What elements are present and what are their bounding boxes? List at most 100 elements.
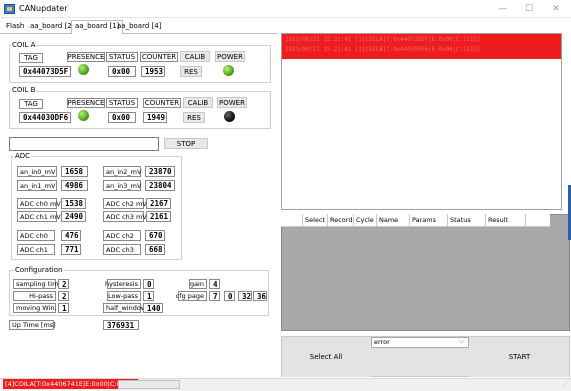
uptime-value: 376931	[103, 320, 139, 330]
cfg-value-1[interactable]: 0	[224, 291, 235, 301]
tab-flash[interactable]: Flash	[3, 21, 27, 33]
adc-title: ADC	[14, 152, 32, 160]
test-grid[interactable]	[281, 214, 570, 331]
log-panel[interactable]	[281, 33, 562, 210]
tab-aa-board-2[interactable]: aa_board [2]	[27, 21, 77, 33]
adc-ch3mv-value: 2161	[146, 211, 171, 222]
coil-a-calib-button[interactable]: CALIB	[180, 51, 210, 62]
app-icon	[4, 4, 15, 14]
adc-ch1-label: ADC ch1	[17, 244, 55, 255]
command-input[interactable]	[9, 137, 159, 151]
cfg-value-3[interactable]: 36	[253, 291, 267, 301]
col-record[interactable]: Record	[328, 214, 354, 227]
col-status[interactable]: Status	[448, 214, 486, 227]
an-in2-label: an_in2_mV	[103, 166, 141, 177]
col-params[interactable]: Params	[410, 214, 448, 227]
sampling-time-label: sampling time	[13, 279, 62, 289]
half-window-value[interactable]: 140	[143, 303, 163, 313]
sampling-time-value[interactable]: 2	[58, 279, 69, 289]
coil-a-res-button[interactable]: RES	[180, 66, 202, 77]
coil-a-status-label: STATUS	[106, 52, 138, 62]
adc-ch0-label: ADC ch0	[17, 230, 55, 241]
title-bar	[0, 0, 571, 18]
grid-row-header	[281, 214, 303, 227]
an-in0-label: an_in0_mV	[17, 166, 57, 177]
start-button[interactable]: START	[470, 337, 569, 377]
coil-a-counter-value: 1953	[141, 66, 165, 77]
resize-grip-icon[interactable]: ⋰	[561, 381, 568, 389]
hysteresis-value[interactable]: 0	[143, 279, 154, 289]
log-line: 2023/06/21 15:21:41 [1]COILB[T:0x44030DF…	[285, 47, 481, 53]
moving-win-label: moving Win.	[13, 303, 57, 313]
low-pass-value[interactable]: 1	[143, 291, 154, 301]
stop-button[interactable]: STOP	[164, 138, 208, 149]
coil-a-power-button[interactable]: POWER	[215, 51, 245, 62]
coil-b-counter-label: COUNTER	[143, 98, 181, 108]
coil-b-status-value: 0x00	[108, 112, 136, 123]
coil-a-tag-label: TAG	[19, 53, 43, 63]
gain-label: gain	[189, 279, 207, 289]
coil-a-presence-label: PRESENCE	[67, 52, 105, 62]
coil-a-presence-led	[78, 64, 89, 75]
adc-ch2-value: 670	[145, 230, 165, 241]
an-in1-value: 4986	[61, 180, 88, 191]
adc-ch3mv-label: ADC ch3 mV	[103, 211, 147, 222]
coil-a-power-led	[223, 65, 234, 76]
col-select[interactable]: Select	[303, 214, 328, 227]
coil-b-res-button[interactable]: RES	[183, 112, 205, 123]
low-pass-label: Low-pass	[107, 291, 141, 301]
adc-ch2-label: ADC ch2	[103, 230, 141, 241]
maximize-button[interactable]: ☐	[516, 2, 542, 16]
moving-win-value[interactable]: 1	[58, 303, 69, 313]
gain-value[interactable]: 4	[209, 279, 220, 289]
coil-a-tag-value: 0x44073D5F	[19, 66, 71, 77]
coil-b-presence-led	[78, 110, 89, 121]
coil-b-power-button[interactable]: POWER	[217, 97, 247, 108]
coil-b-presence-label: PRESENCE	[67, 98, 105, 108]
coil-a-title: COIL A	[11, 41, 37, 49]
minimize-button[interactable]: —	[490, 2, 516, 16]
cfg-page-label: cfg page	[176, 291, 207, 301]
coil-b-title: COIL B	[11, 86, 37, 94]
coil-a-status-value: 0x00	[108, 66, 136, 77]
coil-a-counter-label: COUNTER	[140, 52, 178, 62]
an-in2-value: 23870	[145, 166, 175, 177]
cfg-value-2[interactable]: 32	[238, 291, 252, 301]
adc-ch2mv-label: ADC ch2 mV	[103, 198, 147, 209]
adc-ch1mv-label: ADC ch1 mV	[17, 211, 61, 222]
hi-pass-label: Hi-pass	[13, 291, 56, 301]
filter-select-value: error	[374, 338, 390, 346]
adc-ch0-value: 476	[61, 230, 81, 241]
adc-ch0mv-value: 1538	[61, 198, 86, 209]
hysteresis-label: hysteresis	[105, 279, 141, 289]
coil-b-tag-label: TAG	[19, 99, 43, 109]
adc-ch0mv-label: ADC ch0 mV	[17, 198, 61, 209]
coil-b-tag-value: 0x44030DF6	[19, 112, 71, 123]
select-all-button[interactable]: Select All	[282, 337, 370, 377]
cfg-page-value[interactable]: 7	[209, 291, 220, 301]
col-name[interactable]: Name	[377, 214, 410, 227]
coil-b-power-led	[224, 111, 235, 122]
tab-aa-board-4[interactable]: aa_board [4]	[114, 21, 164, 33]
close-button[interactable]: ✕	[543, 2, 569, 16]
status-progress	[118, 380, 180, 389]
col-result[interactable]: Result	[486, 214, 526, 227]
log-line: 2023/06/21 15:21:41 [1]COILA[T:0x44073D5…	[285, 37, 481, 43]
coil-b-calib-button[interactable]: CALIB	[183, 97, 213, 108]
adc-ch1mv-value: 2490	[61, 211, 86, 222]
an-in0-value: 1658	[61, 166, 88, 177]
an-in3-label: an_in3_mV	[103, 180, 141, 191]
chevron-down-icon: ⌵	[459, 337, 465, 345]
hi-pass-value[interactable]: 2	[58, 291, 69, 301]
half-window-label: half_window	[103, 303, 146, 313]
coil-b-counter-value: 1949	[143, 112, 167, 123]
adc-ch2mv-value: 2167	[146, 198, 171, 209]
adc-ch1-value: 771	[61, 244, 81, 255]
adc-ch3-value: 668	[145, 244, 165, 255]
adc-ch3-label: ADC ch3	[103, 244, 141, 255]
window-title: CANupdater	[19, 4, 68, 13]
tab-strip-line	[0, 33, 278, 34]
an-in3-value: 23804	[145, 180, 175, 191]
coil-b-status-label: STATUS	[106, 98, 138, 108]
col-cycle[interactable]: Cycle	[354, 214, 377, 227]
